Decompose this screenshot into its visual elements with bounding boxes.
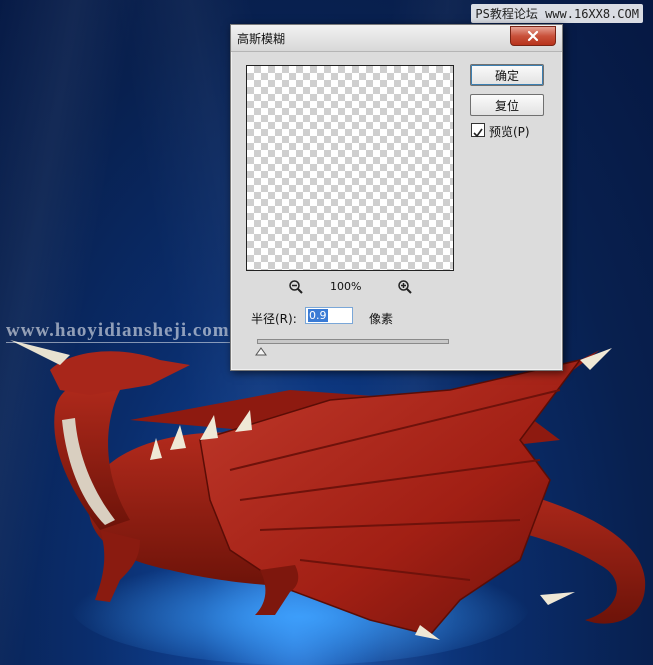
- zoom-in-icon: [398, 280, 412, 294]
- checkmark-icon: [473, 128, 483, 138]
- radius-input[interactable]: 0.9: [305, 307, 353, 324]
- slider-thumb-icon: [255, 347, 267, 356]
- radius-value: 0.9: [308, 309, 328, 322]
- zoom-out-button[interactable]: [288, 279, 304, 299]
- gaussian-blur-dialog: 高斯模糊 100% 半径(R): 0.9 像素 确定 复位 预览(P): [230, 24, 563, 371]
- dragon-artwork: [10, 340, 646, 665]
- preview-area[interactable]: [246, 65, 454, 271]
- dialog-titlebar[interactable]: 高斯模糊: [231, 25, 562, 52]
- dragon-head: [50, 351, 190, 395]
- preview-checkbox-label: 预览(P): [489, 125, 530, 139]
- zoom-level: 100%: [330, 280, 362, 293]
- zoom-in-button[interactable]: [397, 279, 413, 299]
- preview-checkbox[interactable]: [471, 123, 485, 138]
- unit-label: 像素: [369, 312, 394, 326]
- reset-button[interactable]: 复位: [470, 94, 544, 116]
- watermark-top-right: PS教程论坛 www.16XX8.COM: [471, 4, 643, 23]
- ok-button[interactable]: 确定: [470, 64, 544, 86]
- dialog-title: 高斯模糊: [237, 32, 286, 46]
- watermark-center: www.haoyidiansheji.com: [6, 320, 230, 343]
- radius-label: 半径(R):: [251, 312, 297, 326]
- close-icon: [527, 30, 539, 42]
- zoom-out-icon: [289, 280, 303, 294]
- close-button[interactable]: [510, 26, 556, 46]
- dragon-horn: [10, 340, 70, 365]
- radius-slider[interactable]: [257, 339, 449, 344]
- zoom-controls: 100%: [288, 279, 414, 295]
- radius-slider-thumb[interactable]: [255, 342, 267, 361]
